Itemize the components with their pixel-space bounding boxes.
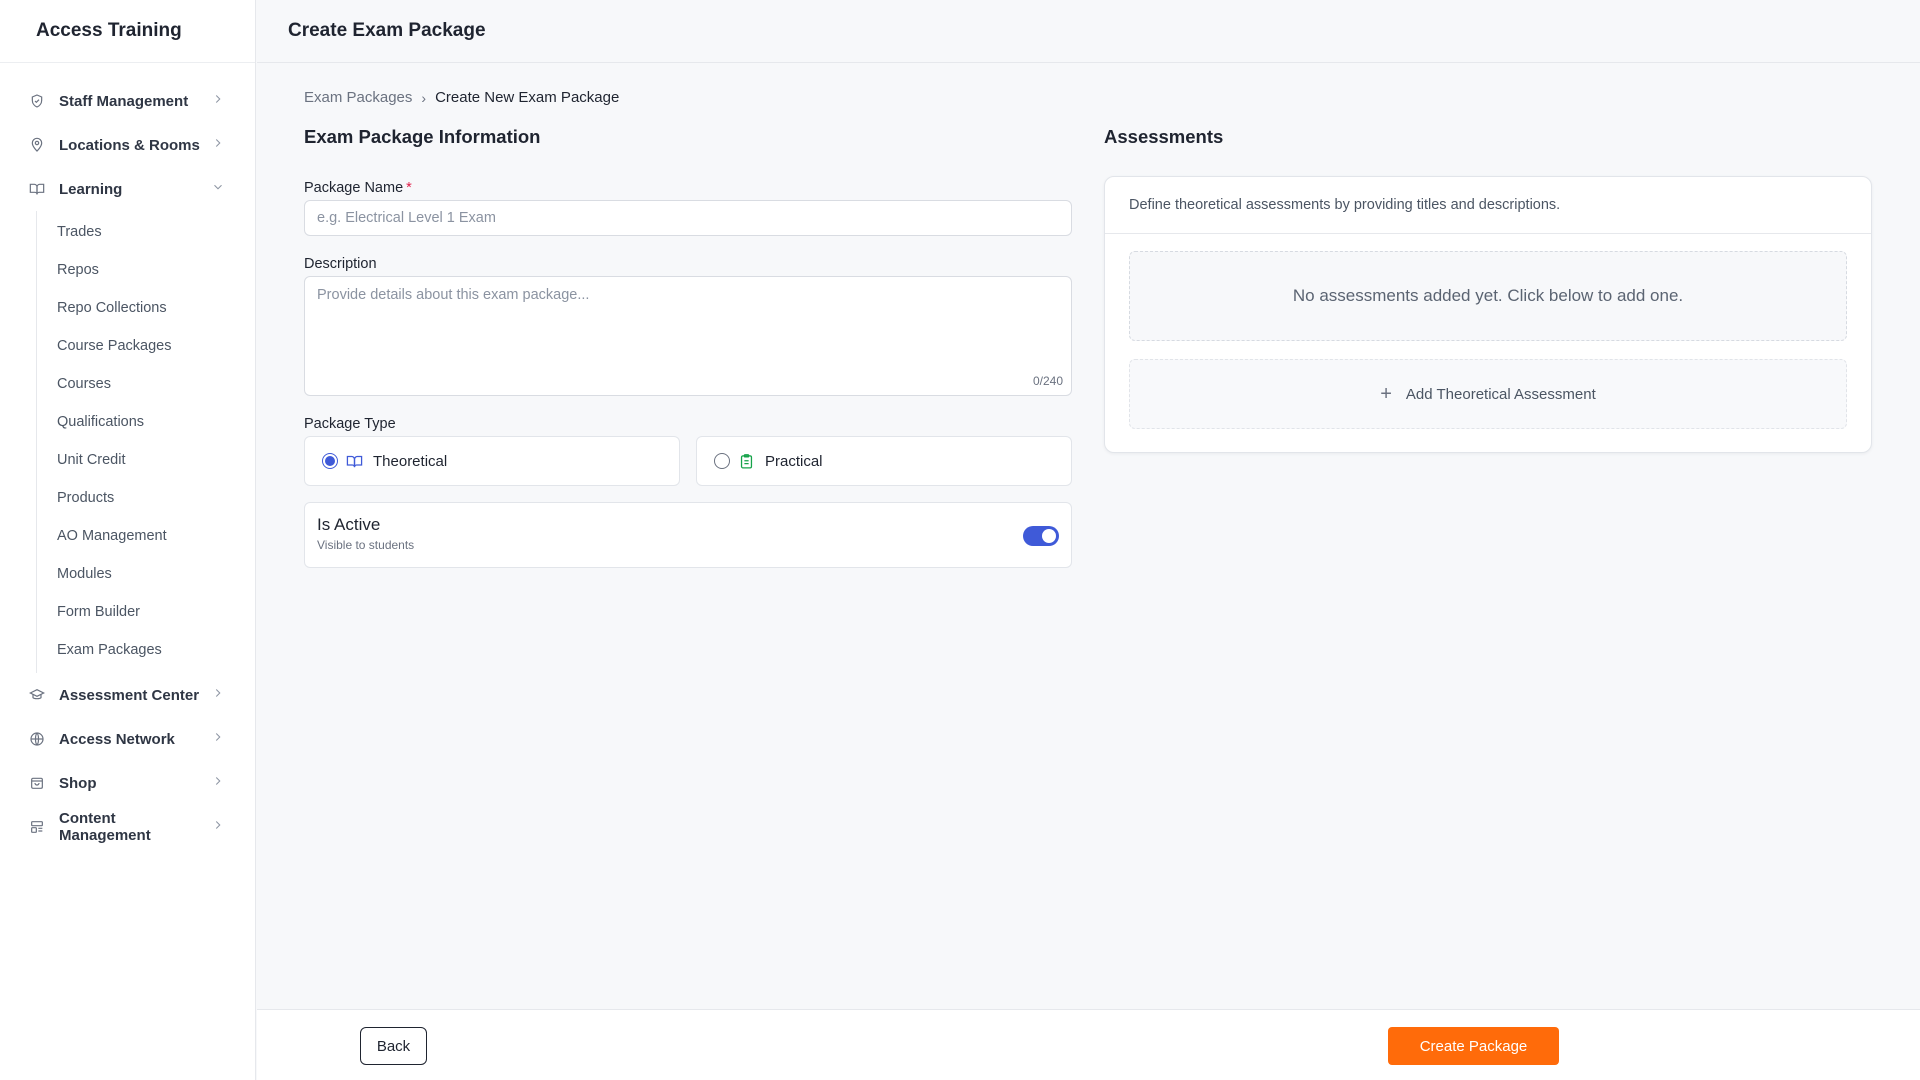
- package-type-label: Package Type: [304, 416, 396, 432]
- breadcrumb-separator: ›: [421, 89, 427, 106]
- layout-icon: [28, 818, 46, 836]
- description-field: 0/240: [304, 276, 1072, 396]
- breadcrumb-current: Create New Exam Package: [435, 89, 620, 106]
- form-section-title: Exam Package Information: [304, 126, 541, 147]
- is-active-subtitle: Visible to students: [317, 538, 415, 552]
- globe-icon: [28, 730, 46, 748]
- is-active-card: Is Active Visible to students: [304, 502, 1072, 568]
- main-content: Exam Packages › Create New Exam Package …: [257, 64, 1920, 1009]
- sidebar-subitem-exam-packages[interactable]: Exam Packages: [37, 631, 255, 669]
- breadcrumb: Exam Packages › Create New Exam Package: [304, 89, 619, 106]
- is-active-title: Is Active: [317, 515, 381, 534]
- type-label-practical: Practical: [765, 452, 823, 470]
- description-char-counter: 0/240: [1032, 374, 1063, 388]
- chevron-right-icon: [211, 92, 225, 110]
- package-name-label: Package Name *: [304, 180, 412, 196]
- sidebar-item-label: Learning: [59, 180, 123, 198]
- sidebar-item-content-management[interactable]: Content Management: [0, 805, 255, 849]
- book-open-icon: [346, 452, 364, 470]
- sidebar-nav: Staff Management Locations & Rooms Learn…: [0, 63, 255, 849]
- add-theoretical-assessment-button[interactable]: + Add Theoretical Assessment: [1129, 359, 1847, 429]
- page-title: Create Exam Package: [288, 20, 486, 41]
- chevron-right-icon: [211, 686, 225, 704]
- sidebar-subitem-qualifications[interactable]: Qualifications: [37, 403, 255, 441]
- sidebar-subitem-trades[interactable]: Trades: [37, 213, 255, 251]
- description-textarea[interactable]: [305, 277, 1071, 395]
- page-header: Create Exam Package: [257, 0, 1920, 63]
- required-asterisk: *: [406, 180, 412, 196]
- chevron-right-icon: [211, 136, 225, 154]
- package-name-label-text: Package Name: [304, 180, 404, 196]
- sidebar-item-assessment-center[interactable]: Assessment Center: [0, 673, 255, 717]
- sidebar-subitem-modules[interactable]: Modules: [37, 555, 255, 593]
- sidebar-item-label: Content Management: [59, 810, 151, 844]
- breadcrumb-link-exam-packages[interactable]: Exam Packages: [304, 89, 412, 106]
- package-name-input[interactable]: [304, 200, 1072, 236]
- add-assessment-label: Add Theoretical Assessment: [1405, 385, 1596, 403]
- sidebar-item-learning[interactable]: Learning: [0, 167, 255, 211]
- assessments-empty-state: No assessments added yet. Click below to…: [1129, 251, 1847, 341]
- sidebar-item-label: Access Network: [59, 730, 175, 748]
- chevron-down-icon: [211, 180, 225, 198]
- sidebar-subitem-ao-management[interactable]: AO Management: [37, 517, 255, 555]
- sidebar-item-label: Staff Management: [59, 92, 189, 110]
- sidebar-item-locations-rooms[interactable]: Locations & Rooms: [0, 123, 255, 167]
- sidebar-subitem-products[interactable]: Products: [37, 479, 255, 517]
- sidebar-subitem-unit-credit[interactable]: Unit Credit: [37, 441, 255, 479]
- sidebar-subitem-courses[interactable]: Courses: [37, 365, 255, 403]
- radio-theoretical[interactable]: [322, 453, 338, 469]
- chevron-right-icon: [211, 774, 225, 792]
- type-label-theoretical: Theoretical: [373, 452, 448, 470]
- sidebar-item-staff-management[interactable]: Staff Management: [0, 79, 255, 123]
- create-package-button[interactable]: Create Package: [1388, 1027, 1559, 1065]
- assessments-title: Assessments: [1104, 126, 1224, 147]
- sidebar-item-label: Locations & Rooms: [59, 136, 200, 154]
- is-active-toggle[interactable]: [1023, 526, 1059, 546]
- chevron-right-icon: [211, 730, 225, 748]
- book-open-icon: [28, 180, 46, 198]
- radio-practical[interactable]: [714, 453, 730, 469]
- assessments-panel: Define theoretical assessments by provid…: [1104, 176, 1872, 453]
- form-footer: Back Create Package: [257, 1009, 1920, 1080]
- clipboard-icon: [738, 452, 756, 470]
- package-type-practical-option[interactable]: Practical: [696, 436, 1072, 486]
- learning-subnav: Trades Repos Repo Collections Course Pac…: [36, 211, 255, 673]
- sidebar-subitem-repo-collections[interactable]: Repo Collections: [37, 289, 255, 327]
- shield-icon: [28, 92, 46, 110]
- sidebar-subitem-repos[interactable]: Repos: [37, 251, 255, 289]
- shopping-bag-icon: [28, 774, 46, 792]
- graduation-cap-icon: [28, 686, 46, 704]
- sidebar-item-shop[interactable]: Shop: [0, 761, 255, 805]
- sidebar-item-access-network[interactable]: Access Network: [0, 717, 255, 761]
- app-title: Access Training: [0, 0, 255, 63]
- toggle-knob: [1042, 529, 1056, 543]
- chevron-right-icon: [211, 818, 225, 836]
- back-button[interactable]: Back: [360, 1027, 427, 1065]
- sidebar-subitem-course-packages[interactable]: Course Packages: [37, 327, 255, 365]
- description-label: Description: [304, 256, 377, 272]
- sidebar: Access Training Staff Management Locatio…: [0, 0, 256, 1080]
- assessments-description: Define theoretical assessments by provid…: [1105, 177, 1871, 234]
- map-pin-icon: [28, 136, 46, 154]
- sidebar-item-label: Assessment Center: [59, 686, 200, 704]
- package-type-theoretical-option[interactable]: Theoretical: [304, 436, 680, 486]
- sidebar-subitem-form-builder[interactable]: Form Builder: [37, 593, 255, 631]
- plus-icon: +: [1380, 383, 1392, 405]
- sidebar-item-label: Shop: [59, 774, 97, 792]
